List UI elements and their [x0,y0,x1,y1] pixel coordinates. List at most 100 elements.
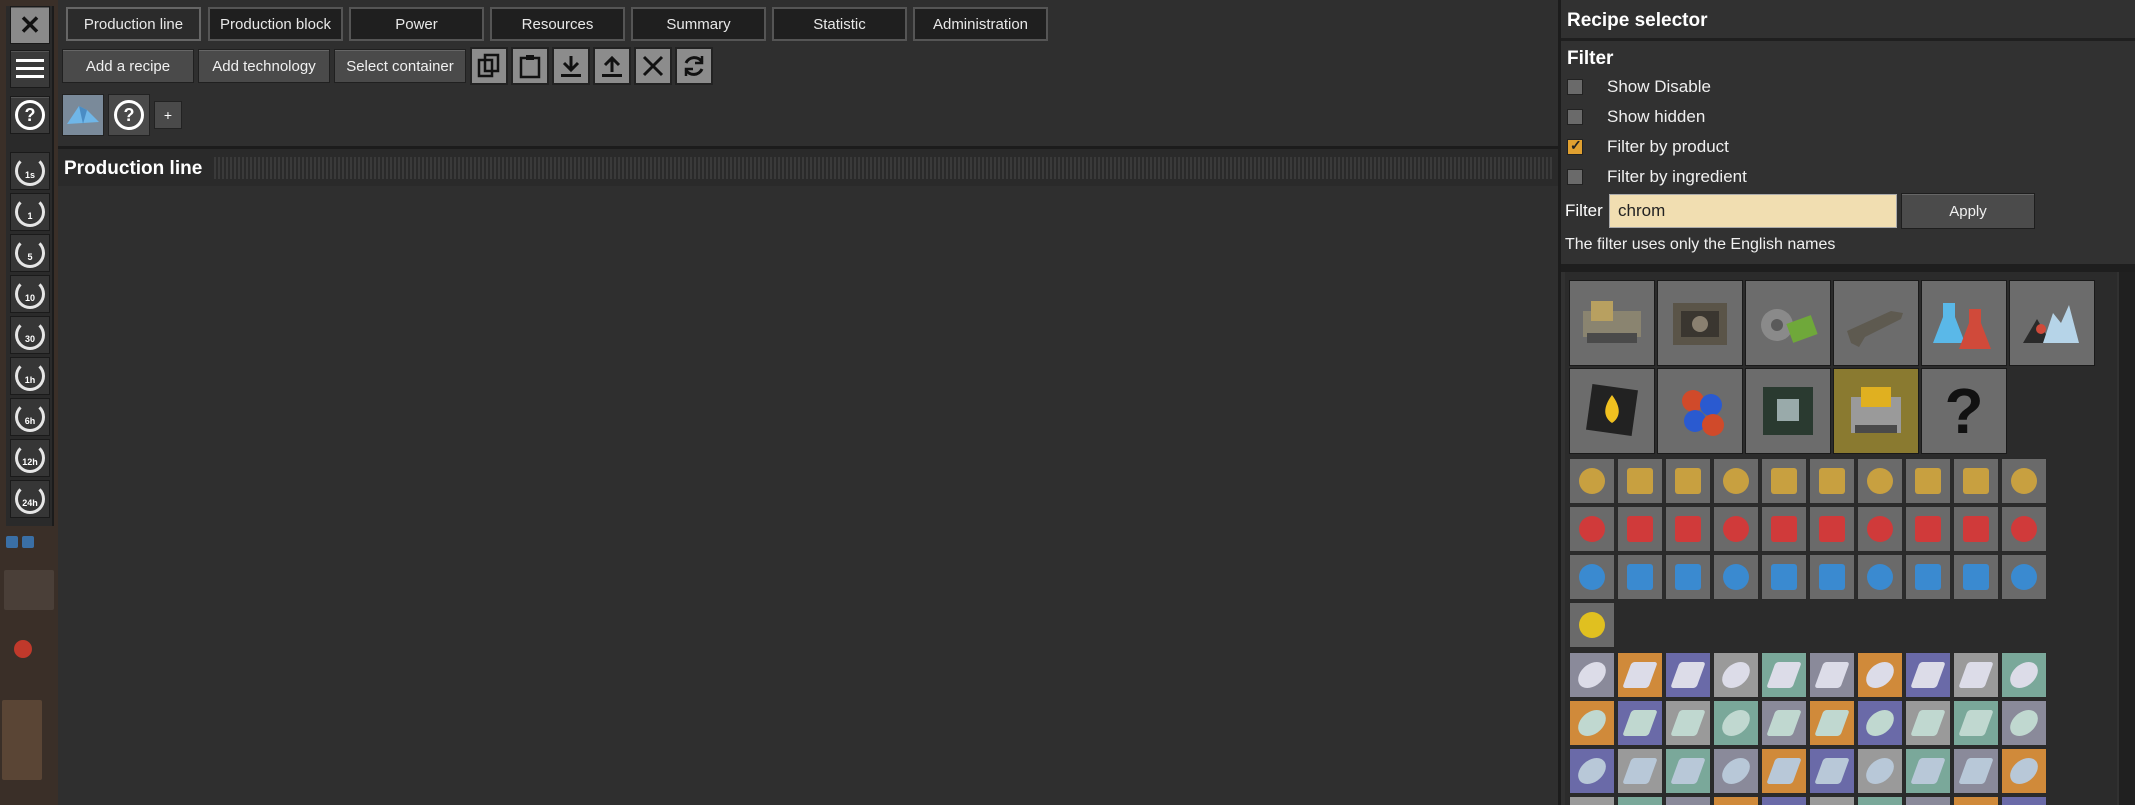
recipe-icon[interactable] [1665,700,1711,746]
group-fluids-icon[interactable] [1569,368,1655,454]
recipe-icon[interactable] [1761,458,1807,504]
select-container-button[interactable]: Select container [334,49,466,83]
tab-statistic[interactable]: Statistic [772,7,907,41]
recipe-icon[interactable] [1665,506,1711,552]
recipe-icon[interactable] [1809,748,1855,794]
recipe-icon[interactable] [1617,796,1663,805]
recipe-icon[interactable] [1617,652,1663,698]
show-disable-checkbox[interactable] [1567,79,1583,95]
recipe-icon[interactable] [1809,796,1855,805]
group-production-icon[interactable] [1657,280,1743,366]
recipe-icon[interactable] [1713,458,1759,504]
recipe-icon[interactable] [1953,458,1999,504]
download-icon[interactable] [552,47,590,85]
recipe-icon[interactable] [1713,796,1759,805]
add-recipe-button[interactable]: Add a recipe [62,49,194,83]
recipe-icon[interactable] [1617,458,1663,504]
recipe-icon[interactable] [1905,554,1951,600]
refresh-icon[interactable] [675,47,713,85]
recipe-icon[interactable] [1713,700,1759,746]
recipe-icon[interactable] [1953,554,1999,600]
tab-resources[interactable]: Resources [490,7,625,41]
recipe-icon[interactable] [1809,700,1855,746]
recipe-icon[interactable] [1857,796,1903,805]
group-resources-icon[interactable] [2009,280,2095,366]
recipe-icon[interactable] [1905,748,1951,794]
recipe-icon[interactable] [1569,458,1615,504]
group-intermediate-products-icon[interactable] [1745,280,1831,366]
recipe-icon[interactable] [2001,700,2047,746]
filter-input[interactable] [1609,194,1897,228]
recipe-icon[interactable] [1809,506,1855,552]
time-button-24h[interactable]: 24h [10,480,50,518]
recipe-icon[interactable] [1953,506,1999,552]
help-icon[interactable]: ? [10,96,50,134]
time-button-1s[interactable]: 1s [10,152,50,190]
recipe-icon[interactable] [1617,748,1663,794]
recipe-icon[interactable] [1665,748,1711,794]
paste-icon[interactable] [511,47,549,85]
recipe-icon[interactable] [1569,602,1615,648]
recipe-icon[interactable] [1857,554,1903,600]
filter-by-product-checkbox[interactable] [1567,137,1583,155]
tab-production-block[interactable]: Production block [208,7,343,41]
recipe-icon[interactable] [1857,652,1903,698]
recipe-icon[interactable] [2001,554,2047,600]
recipe-icon[interactable] [1809,554,1855,600]
copy-icon[interactable] [470,47,508,85]
production-item-chip[interactable] [62,94,104,136]
help-chip[interactable]: ? [108,94,150,136]
recipe-icon[interactable] [1905,796,1951,805]
delete-icon[interactable] [634,47,672,85]
recipe-icon[interactable] [1857,748,1903,794]
time-button-12h[interactable]: 12h [10,439,50,477]
recipe-icon[interactable] [1905,506,1951,552]
group-factory-icon[interactable] [1833,368,1919,454]
recipe-icon[interactable] [1809,458,1855,504]
recipe-icon[interactable] [1953,796,1999,805]
recipe-icon[interactable] [1857,700,1903,746]
recipe-icon[interactable] [1761,796,1807,805]
time-button-1[interactable]: 1 [10,193,50,231]
recipe-icon[interactable] [1905,700,1951,746]
recipe-icon[interactable] [1569,554,1615,600]
group-logistics-icon[interactable] [1569,280,1655,366]
menu-icon[interactable] [10,50,50,88]
recipe-icon[interactable] [1761,652,1807,698]
recipe-icon[interactable] [1569,652,1615,698]
recipe-icon[interactable] [1857,506,1903,552]
recipe-icon[interactable] [1761,506,1807,552]
recipe-icon[interactable] [2001,506,2047,552]
recipe-icon[interactable] [1809,652,1855,698]
recipe-icon[interactable] [1905,652,1951,698]
recipe-icon[interactable] [1617,700,1663,746]
recipe-icon[interactable] [2001,458,2047,504]
upload-icon[interactable] [593,47,631,85]
recipe-icon[interactable] [1617,554,1663,600]
group-science-icon[interactable] [1921,280,2007,366]
time-button-1h[interactable]: 1h [10,357,50,395]
group-particles-icon[interactable] [1657,368,1743,454]
time-button-5[interactable]: 5 [10,234,50,272]
recipe-icon[interactable] [2001,796,2047,805]
recipe-icon[interactable] [1713,506,1759,552]
group-combat-icon[interactable] [1833,280,1919,366]
add-technology-button[interactable]: Add technology [198,49,330,83]
tab-production-line[interactable]: Production line [66,7,201,41]
recipe-icon[interactable] [1953,652,1999,698]
recipe-icon[interactable] [1665,458,1711,504]
apply-button[interactable]: Apply [1901,193,2035,229]
recipe-icon[interactable] [1713,652,1759,698]
tab-summary[interactable]: Summary [631,7,766,41]
group-circuits-icon[interactable] [1745,368,1831,454]
time-button-6h[interactable]: 6h [10,398,50,436]
recipe-icon[interactable] [1761,748,1807,794]
recipe-icon[interactable] [1953,748,1999,794]
recipe-icon[interactable] [1761,554,1807,600]
recipe-icon[interactable] [1569,700,1615,746]
recipe-icon[interactable] [1617,506,1663,552]
recipe-icon[interactable] [1761,700,1807,746]
recipe-icon[interactable] [1569,748,1615,794]
recipe-icon[interactable] [1665,796,1711,805]
tab-administration[interactable]: Administration [913,7,1048,41]
